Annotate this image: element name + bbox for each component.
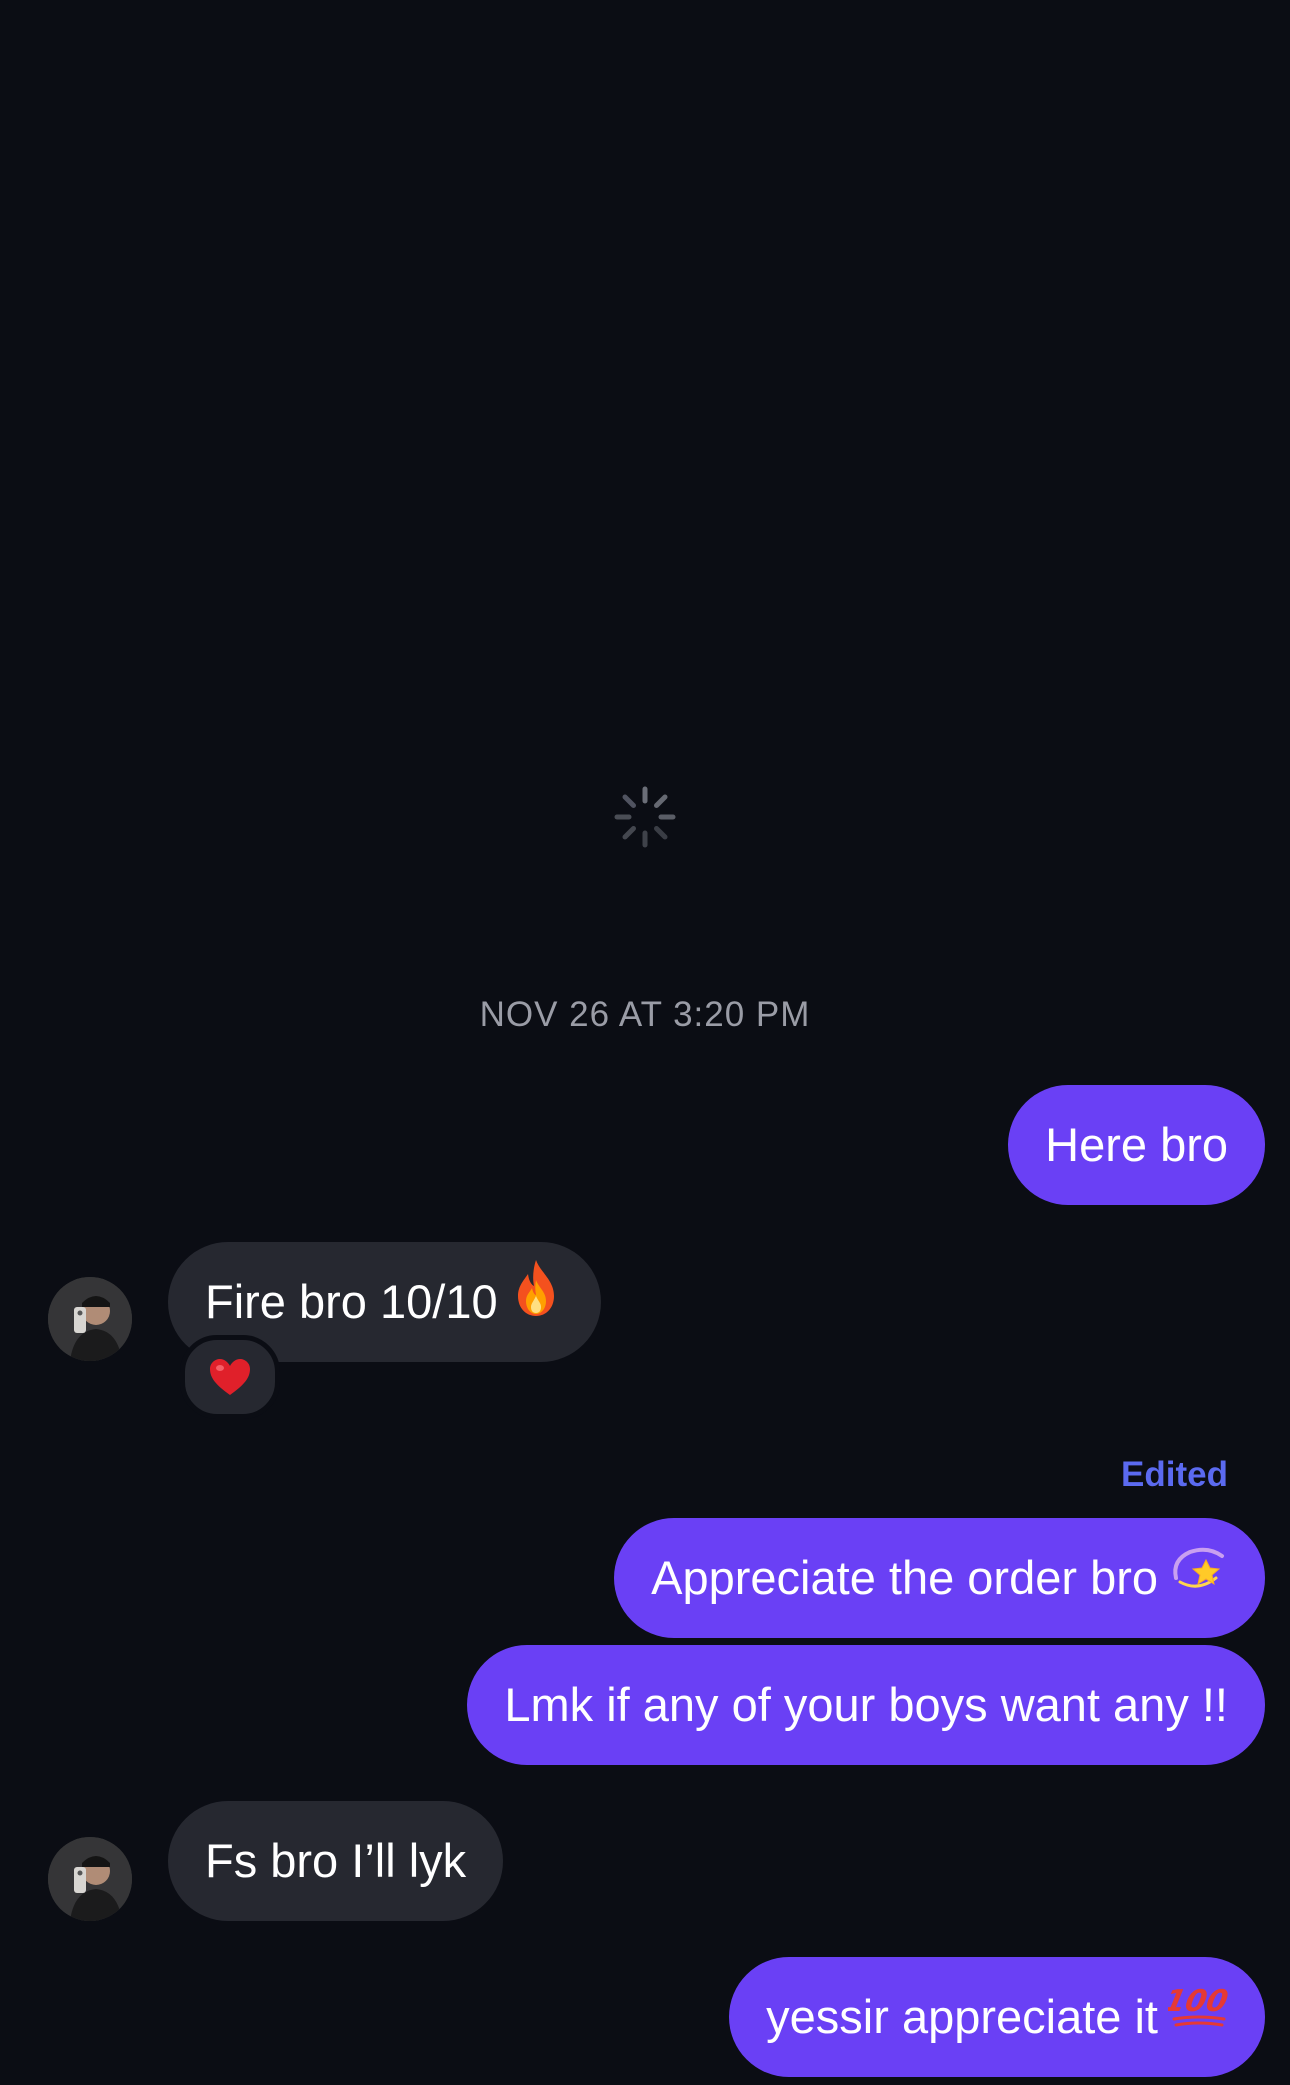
contact-avatar[interactable] <box>48 1277 132 1361</box>
outgoing-message-bubble[interactable]: Lmk if any of your boys want any !! <box>467 1645 1265 1765</box>
avatar-photo-icon <box>48 1837 132 1921</box>
outgoing-message-bubble[interactable]: Here bro <box>1008 1085 1265 1205</box>
contact-avatar[interactable] <box>48 1837 132 1921</box>
message-text: yessir appreciate it <box>766 1990 1158 2043</box>
outgoing-message-bubble[interactable]: yessir appreciate it 100 <box>729 1957 1265 2077</box>
message-text: Fs bro I’ll lyk <box>205 1834 467 1887</box>
fire-icon <box>508 1242 564 1362</box>
svg-text:100: 100 <box>1168 1984 1228 2019</box>
message-text: Appreciate the order bro <box>651 1551 1158 1604</box>
loading-spinner-icon <box>614 786 676 848</box>
hundred-points-icon: 100 <box>1161 1957 1231 2077</box>
message-text: Lmk if any of your boys want any !! <box>504 1678 1228 1731</box>
outgoing-message-bubble[interactable]: Appreciate the order bro <box>614 1518 1265 1638</box>
dizzy-star-icon <box>1168 1518 1228 1638</box>
message-reaction[interactable] <box>180 1335 280 1419</box>
message-text: Here bro <box>1045 1118 1228 1171</box>
message-text: Fire bro 10/10 <box>205 1275 498 1328</box>
heart-icon <box>210 1359 250 1395</box>
avatar-photo-icon <box>48 1277 132 1361</box>
incoming-message-bubble[interactable]: Fs bro I’ll lyk <box>168 1801 504 1921</box>
edited-label: Edited <box>1121 1455 1228 1494</box>
conversation-timestamp: NOV 26 AT 3:20 PM <box>479 995 811 1034</box>
